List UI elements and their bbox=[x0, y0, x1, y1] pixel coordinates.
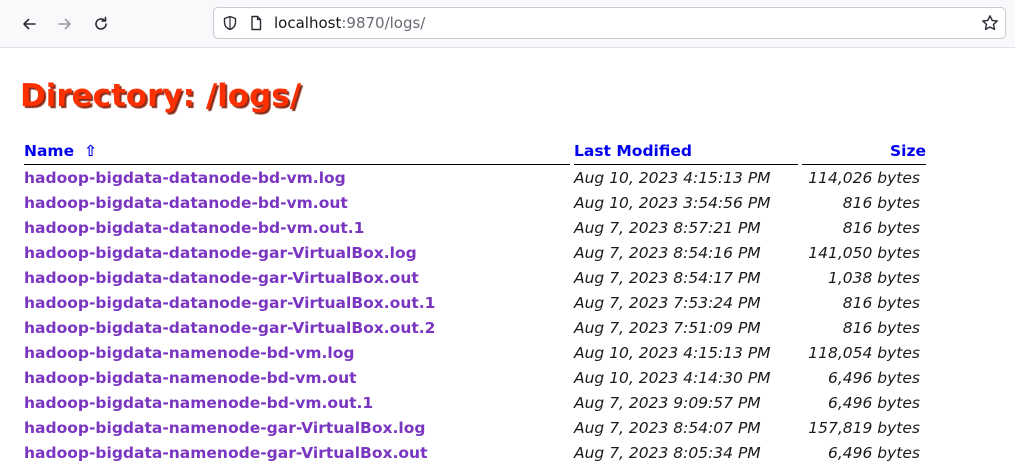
size-cell: 157,819 bytes bbox=[808, 418, 920, 437]
file-link[interactable]: hadoop-bigdata-namenode-gar-VirtualBox.o… bbox=[24, 444, 428, 462]
arrow-left-icon bbox=[23, 18, 36, 30]
sort-by-name-link[interactable]: Name ⇧ bbox=[24, 142, 97, 160]
url-port-path: :9870/logs/ bbox=[341, 14, 426, 32]
last-modified-cell: Aug 7, 2023 8:05:34 PM bbox=[574, 443, 761, 462]
reload-icon bbox=[95, 16, 107, 30]
size-cell: 6,496 bytes bbox=[827, 393, 920, 412]
size-cell: 816 bytes bbox=[842, 218, 920, 237]
file-name-cell: hadoop-bigdata-namenode-bd-vm.log bbox=[24, 340, 570, 365]
page-icon[interactable] bbox=[248, 15, 264, 31]
size-cell: 816 bytes bbox=[842, 318, 920, 337]
file-name-cell: hadoop-bigdata-namenode-bd-vm.out.1 bbox=[24, 390, 570, 415]
file-name-cell: hadoop-bigdata-datanode-gar-VirtualBox.o… bbox=[24, 315, 570, 340]
size-cell: 141,050 bytes bbox=[808, 243, 920, 262]
size-cell: 6,496 bytes bbox=[827, 368, 920, 387]
table-row: hadoop-bigdata-datanode-gar-VirtualBox.o… bbox=[24, 315, 926, 340]
table-row: hadoop-bigdata-datanode-gar-VirtualBox.o… bbox=[24, 290, 926, 315]
file-name-cell: hadoop-bigdata-datanode-gar-VirtualBox.o… bbox=[24, 265, 570, 290]
table-row: hadoop-bigdata-namenode-bd-vm.out Aug 10,… bbox=[24, 365, 926, 390]
size-cell: 816 bytes bbox=[842, 293, 920, 312]
file-link[interactable]: hadoop-bigdata-datanode-bd-vm.log bbox=[24, 169, 346, 187]
last-modified-cell: Aug 10, 2023 4:15:13 PM bbox=[574, 168, 771, 187]
table-row: hadoop-bigdata-datanode-bd-vm.out.1 Aug 7… bbox=[24, 215, 926, 240]
name-column-header: Name ⇧ bbox=[24, 141, 570, 165]
file-link[interactable]: hadoop-bigdata-datanode-bd-vm.out bbox=[24, 194, 348, 212]
sort-ascending-icon: ⇧ bbox=[84, 142, 98, 160]
table-row: hadoop-bigdata-datanode-gar-VirtualBox.l… bbox=[24, 240, 926, 265]
last-modified-cell: Aug 7, 2023 8:54:07 PM bbox=[574, 418, 761, 437]
page-title: Directory: /logs/ bbox=[20, 78, 302, 114]
table-row: hadoop-bigdata-datanode-gar-VirtualBox.o… bbox=[24, 265, 926, 290]
url-host: localhost bbox=[274, 14, 342, 32]
browser-toolbar: localhost:9870/logs/ bbox=[0, 0, 1015, 48]
table-row: hadoop-bigdata-namenode-bd-vm.log Aug 10,… bbox=[24, 340, 926, 365]
file-link[interactable]: hadoop-bigdata-namenode-bd-vm.out bbox=[24, 369, 357, 387]
reload-button[interactable] bbox=[86, 9, 116, 39]
star-icon[interactable] bbox=[981, 14, 999, 32]
name-header-label: Name bbox=[24, 142, 75, 160]
file-name-cell: hadoop-bigdata-namenode-gar-VirtualBox.l… bbox=[24, 415, 570, 440]
url-text[interactable]: localhost:9870/logs/ bbox=[274, 14, 425, 32]
table-row: hadoop-bigdata-datanode-bd-vm.out Aug 10,… bbox=[24, 190, 926, 215]
size-cell: 816 bytes bbox=[842, 193, 920, 212]
last-modified-cell: Aug 7, 2023 7:53:24 PM bbox=[574, 293, 761, 312]
size-cell: 114,026 bytes bbox=[808, 168, 920, 187]
file-link[interactable]: hadoop-bigdata-namenode-gar-VirtualBox.l… bbox=[24, 419, 425, 437]
last-modified-column-header: Last Modified bbox=[574, 141, 798, 165]
last-modified-cell: Aug 7, 2023 9:09:57 PM bbox=[574, 393, 761, 412]
file-name-cell: hadoop-bigdata-namenode-gar-VirtualBox.o… bbox=[24, 440, 570, 465]
table-row: hadoop-bigdata-namenode-gar-VirtualBox.l… bbox=[24, 415, 926, 440]
arrow-right-icon bbox=[58, 18, 71, 30]
last-modified-cell: Aug 10, 2023 4:14:30 PM bbox=[574, 368, 771, 387]
forward-button[interactable] bbox=[50, 9, 80, 39]
last-modified-cell: Aug 7, 2023 8:54:16 PM bbox=[574, 243, 761, 262]
file-name-cell: hadoop-bigdata-datanode-bd-vm.log bbox=[24, 165, 570, 190]
directory-table: Name ⇧ Last Modified Size hadoop-bigdata-… bbox=[20, 141, 930, 465]
file-link[interactable]: hadoop-bigdata-datanode-gar-VirtualBox.o… bbox=[24, 294, 435, 312]
file-name-cell: hadoop-bigdata-datanode-gar-VirtualBox.o… bbox=[24, 290, 570, 315]
table-header-row: Name ⇧ Last Modified Size bbox=[24, 141, 926, 165]
file-name-cell: hadoop-bigdata-namenode-bd-vm.out bbox=[24, 365, 570, 390]
size-cell: 6,496 bytes bbox=[827, 443, 920, 462]
address-bar[interactable]: localhost:9870/logs/ bbox=[213, 7, 1006, 39]
file-name-cell: hadoop-bigdata-datanode-bd-vm.out.1 bbox=[24, 215, 570, 240]
shield-icon[interactable] bbox=[222, 15, 238, 31]
last-modified-cell: Aug 7, 2023 8:57:21 PM bbox=[574, 218, 761, 237]
file-link[interactable]: hadoop-bigdata-namenode-bd-vm.out.1 bbox=[24, 394, 373, 412]
table-row: hadoop-bigdata-namenode-bd-vm.out.1 Aug 7… bbox=[24, 390, 926, 415]
file-link[interactable]: hadoop-bigdata-datanode-bd-vm.out.1 bbox=[24, 219, 364, 237]
file-name-cell: hadoop-bigdata-datanode-bd-vm.out bbox=[24, 190, 570, 215]
sort-by-size-link[interactable]: Size bbox=[890, 142, 926, 160]
file-link[interactable]: hadoop-bigdata-namenode-bd-vm.log bbox=[24, 344, 354, 362]
last-modified-cell: Aug 10, 2023 3:54:56 PM bbox=[574, 193, 771, 212]
table-row: hadoop-bigdata-datanode-bd-vm.log Aug 10,… bbox=[24, 165, 926, 190]
last-modified-cell: Aug 7, 2023 7:51:09 PM bbox=[574, 318, 761, 337]
file-link[interactable]: hadoop-bigdata-datanode-gar-VirtualBox.o… bbox=[24, 269, 419, 287]
table-row: hadoop-bigdata-namenode-gar-VirtualBox.o… bbox=[24, 440, 926, 465]
last-modified-cell: Aug 10, 2023 4:15:13 PM bbox=[574, 343, 771, 362]
size-cell: 1,038 bytes bbox=[827, 268, 920, 287]
size-cell: 118,054 bytes bbox=[808, 343, 920, 362]
size-column-header: Size bbox=[802, 141, 926, 165]
last-modified-cell: Aug 7, 2023 8:54:17 PM bbox=[574, 268, 761, 287]
file-link[interactable]: hadoop-bigdata-datanode-gar-VirtualBox.o… bbox=[24, 319, 435, 337]
sort-by-last-modified-link[interactable]: Last Modified bbox=[574, 142, 692, 160]
file-name-cell: hadoop-bigdata-datanode-gar-VirtualBox.l… bbox=[24, 240, 570, 265]
file-link[interactable]: hadoop-bigdata-datanode-gar-VirtualBox.l… bbox=[24, 244, 417, 262]
back-button[interactable] bbox=[14, 9, 44, 39]
